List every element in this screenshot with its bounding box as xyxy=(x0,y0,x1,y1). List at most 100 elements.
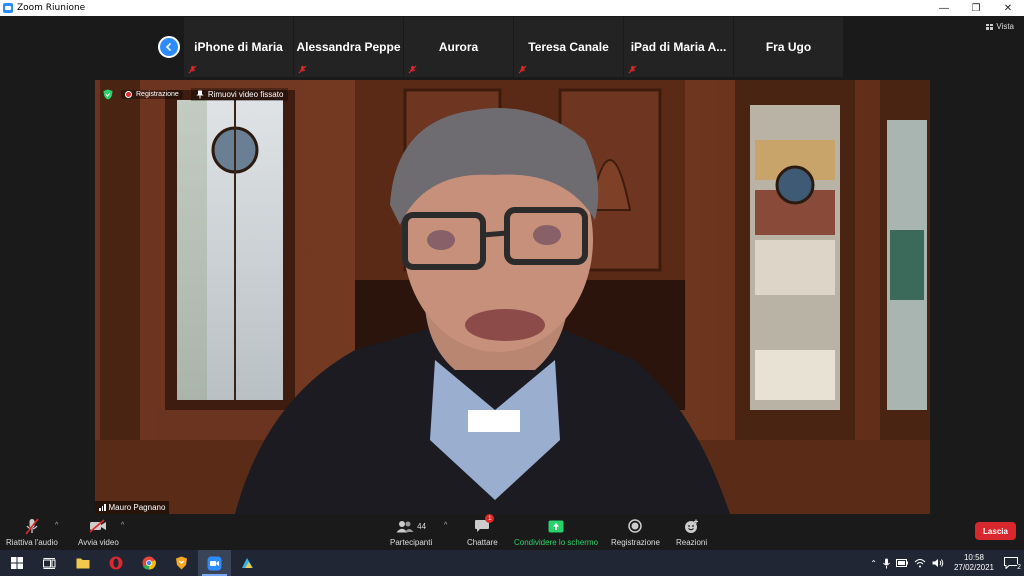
opera-icon xyxy=(109,556,122,570)
muted-mic-icon xyxy=(408,65,417,74)
task-view-icon xyxy=(43,557,56,569)
participant-tile[interactable]: Teresa Canale xyxy=(514,17,623,77)
video-off-icon xyxy=(89,517,107,535)
leave-meeting-button[interactable]: Lascia xyxy=(975,522,1016,540)
muted-mic-icon xyxy=(298,65,307,74)
start-button[interactable] xyxy=(0,550,33,576)
muted-mic-icon xyxy=(628,65,637,74)
clock-time: 10:58 xyxy=(963,553,984,562)
muted-mic-icon xyxy=(188,65,197,74)
window-titlebar: Zoom Riunione — ❐ ✕ xyxy=(0,0,1024,16)
connection-bars-icon xyxy=(99,504,106,511)
action-center-icon xyxy=(1004,557,1018,569)
chrome-icon xyxy=(142,556,156,570)
muted-mic-icon xyxy=(518,65,527,74)
muted-microphone-icon xyxy=(24,517,40,535)
restore-button[interactable]: ❐ xyxy=(960,0,992,16)
close-button[interactable]: ✕ xyxy=(992,0,1024,16)
chat-label: Chattare xyxy=(467,538,498,547)
share-screen-icon xyxy=(548,517,564,535)
main-video[interactable]: Registrazione Rimuovi video fissato Maur… xyxy=(95,80,930,514)
participant-name: Alessandra Peppe xyxy=(296,40,401,54)
participant-tile[interactable]: Fra Ugo xyxy=(734,17,843,77)
view-button-label: Vista xyxy=(996,22,1014,31)
taskbar-chrome[interactable] xyxy=(132,550,165,576)
taskbar-clock[interactable]: 10:58 27/02/2021 xyxy=(954,553,994,573)
chat-icon: 1 xyxy=(474,514,495,535)
participant-tile[interactable]: Alessandra Peppe xyxy=(294,17,403,77)
wifi-icon[interactable] xyxy=(914,558,926,568)
minimize-button[interactable]: — xyxy=(928,0,960,16)
speaker-name-tag: Mauro Pagnano xyxy=(95,501,170,514)
participant-name: Teresa Canale xyxy=(528,40,609,54)
meeting-toolbar: Riattiva l'audio ^ Avvia video ^ 44 Part… xyxy=(0,514,1024,550)
record-button[interactable]: Registrazione xyxy=(611,517,660,547)
chevron-left-icon xyxy=(158,36,180,58)
microphone-icon[interactable] xyxy=(883,558,890,569)
start-video-label: Avvia video xyxy=(78,538,119,547)
view-button[interactable]: Vista xyxy=(986,22,1014,31)
grid-view-icon xyxy=(986,23,994,30)
zoom-app-icon xyxy=(3,3,13,13)
recording-indicator[interactable]: Registrazione xyxy=(121,90,183,99)
speaker-name: Mauro Pagnano xyxy=(108,503,166,512)
share-screen-label: Condividere lo schermo xyxy=(514,538,599,547)
participants-strip: iPhone di Maria Alessandra Peppe Aurora … xyxy=(155,17,843,77)
participant-name: iPad di Maria A... xyxy=(630,40,727,54)
system-tray: ⌃ 10:58 27/02/2021 2 xyxy=(870,550,1024,576)
participant-name: Aurora xyxy=(438,40,479,54)
reactions-label: Reazioni xyxy=(676,538,708,547)
notifications-count: 2 xyxy=(1017,564,1021,571)
task-view-button[interactable] xyxy=(33,550,66,576)
shield-icon xyxy=(103,89,113,100)
window-controls: — ❐ ✕ xyxy=(928,0,1024,16)
strip-previous-button[interactable] xyxy=(155,17,183,77)
start-video-button[interactable]: Avvia video xyxy=(78,517,119,547)
taskbar-opera[interactable] xyxy=(99,550,132,576)
taskbar-zoom[interactable] xyxy=(198,550,231,576)
participants-icon: 44 xyxy=(396,517,426,535)
participants-options-caret-icon[interactable]: ^ xyxy=(444,522,447,529)
video-options-caret-icon[interactable]: ^ xyxy=(121,522,124,529)
emoji-plus-icon xyxy=(684,517,699,535)
participant-tile[interactable]: Aurora xyxy=(404,17,513,77)
participants-label: Partecipanti xyxy=(390,538,433,547)
participant-tile[interactable]: iPhone di Maria xyxy=(184,17,293,77)
folder-icon xyxy=(76,558,89,569)
chat-unread-badge: 1 xyxy=(485,514,495,523)
clock-date: 27/02/2021 xyxy=(953,563,994,572)
unmute-audio-button[interactable]: Riattiva l'audio xyxy=(6,517,58,547)
taskbar-brave[interactable] xyxy=(165,550,198,576)
share-screen-button[interactable]: Condividere lo schermo xyxy=(514,517,598,547)
volume-icon[interactable] xyxy=(932,558,944,568)
tray-expand-icon[interactable]: ⌃ xyxy=(870,559,877,568)
record-label: Registrazione xyxy=(611,538,660,547)
reactions-button[interactable]: Reazioni xyxy=(676,517,707,547)
taskbar-file-explorer[interactable] xyxy=(66,550,99,576)
participants-count: 44 xyxy=(417,521,427,531)
audio-options-caret-icon[interactable]: ^ xyxy=(55,522,58,529)
unmute-audio-label: Riattiva l'audio xyxy=(6,538,58,547)
participants-button[interactable]: 44 Partecipanti xyxy=(390,517,432,547)
app-icon xyxy=(242,557,253,568)
window-title: Zoom Riunione xyxy=(17,3,86,13)
participant-name: Fra Ugo xyxy=(765,40,812,54)
video-overlay-top: Registrazione Rimuovi video fissato xyxy=(103,88,289,101)
battery-icon[interactable] xyxy=(895,559,908,567)
participant-name: iPhone di Maria xyxy=(194,40,283,54)
brave-icon xyxy=(176,556,187,570)
unpin-video-button[interactable]: Rimuovi video fissato xyxy=(190,88,289,101)
chat-button[interactable]: 1 Chattare xyxy=(467,514,498,547)
recording-dot-icon xyxy=(125,91,132,98)
recording-label: Registrazione xyxy=(136,91,179,98)
record-icon xyxy=(628,517,643,535)
notifications-button[interactable]: 2 xyxy=(1004,557,1021,571)
zoom-icon xyxy=(207,556,222,570)
unpin-video-label: Rimuovi video fissato xyxy=(207,90,284,99)
windows-logo-icon xyxy=(10,557,23,569)
windows-taskbar: ⌃ 10:58 27/02/2021 2 xyxy=(0,550,1024,576)
participant-tile[interactable]: iPad di Maria A... xyxy=(624,17,733,77)
taskbar-app[interactable] xyxy=(231,550,264,576)
pin-icon xyxy=(196,90,204,99)
speaker-video-frame xyxy=(95,80,930,514)
